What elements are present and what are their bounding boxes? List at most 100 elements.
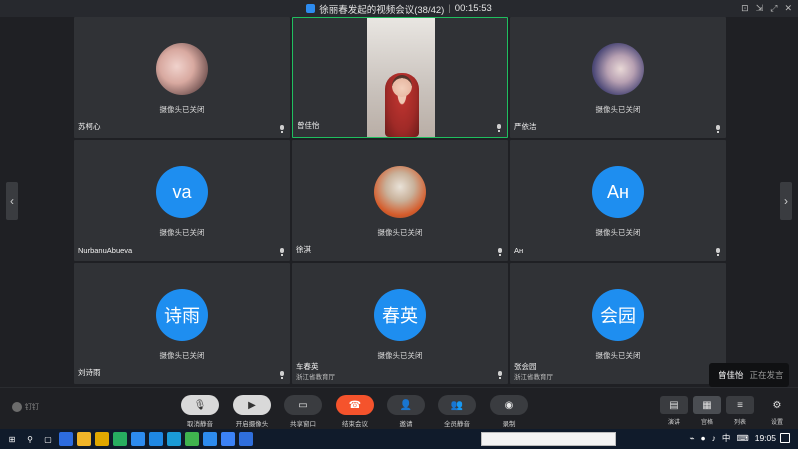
participant-tile[interactable]: 摄像头已关闭 苏柯心 [74, 17, 290, 138]
invite-icon: 👤 [387, 395, 425, 415]
record-button[interactable]: ◉ 录制 [490, 395, 528, 428]
record-label: 录制 [502, 421, 516, 428]
notification-icon[interactable] [780, 433, 790, 443]
end-meeting-button[interactable]: ☎ 结束会议 [336, 395, 374, 428]
screen-share-icon: ▭ [284, 395, 322, 415]
participant-tile[interactable]: Ан 摄像头已关闭 Ан [510, 140, 726, 261]
participant-tile[interactable]: va 摄像头已关闭 NurbanuAbueva [74, 140, 290, 261]
meeting-title: 徐丽春发起的视频会议(38/42) [319, 4, 445, 16]
minimize-icon[interactable]: ⇲ [756, 3, 764, 14]
pin-icon[interactable]: ⊡ [741, 3, 749, 14]
camera-icon: ▶ [233, 395, 271, 415]
end-meeting-label: 结束会议 [342, 421, 368, 428]
fullscreen-icon[interactable]: ⤢ [770, 3, 777, 14]
taskbar-app-icon[interactable] [221, 432, 235, 446]
avatar-initials: 诗雨 [156, 289, 208, 341]
system-tray: ⌁ ● ♪ 中 ⌨ 19:05 [689, 432, 776, 444]
invite-button[interactable]: 👤 邀请 [387, 395, 425, 428]
video-stage: ‹ › 摄像头已关闭 苏柯心 曾佳怡 摄像头已关闭 严依洁 va 摄像头已关闭 [0, 17, 798, 387]
participant-tile[interactable]: 春英 摄像头已关闭 车春英 浙江省教育厅 [292, 263, 508, 384]
taskbar-app-icon[interactable] [185, 432, 199, 446]
taskbar-app-icon[interactable] [77, 432, 91, 446]
camera-off-label: 摄像头已关闭 [595, 228, 641, 237]
invite-label: 邀请 [399, 421, 413, 428]
app-logo: 钉钉 [12, 402, 39, 412]
grid-view-label: 宫格 [700, 420, 713, 426]
mute-all-icon: 👥 [438, 395, 476, 415]
meeting-timer: 00:15:53 [454, 3, 492, 14]
microphone-tray-icon[interactable]: ● [701, 433, 706, 443]
next-page-button[interactable]: › [780, 182, 792, 220]
volume-icon[interactable]: ♪ [712, 433, 716, 443]
mic-muted-icon: 🎙 [181, 395, 219, 415]
speaking-status: 正在发言 [749, 370, 784, 380]
input-language[interactable]: 中 [722, 432, 731, 444]
participant-name: 曾佳怡 [297, 121, 320, 130]
network-icon[interactable]: ⌁ [689, 433, 694, 444]
avatar [592, 43, 644, 95]
participant-tile[interactable]: 诗雨 摄像头已关闭 刘诗雨 [74, 263, 290, 384]
participant-tile[interactable]: 会园 摄像头已关闭 张会园 浙江省教育厅 [510, 263, 726, 384]
participant-org: 浙江省教育厅 [296, 374, 335, 381]
camera-off-label: 摄像头已关闭 [595, 105, 641, 114]
share-window-button[interactable]: ▭ 共享窗口 [284, 395, 322, 428]
settings-label: 设置 [770, 420, 783, 426]
camera-off-label: 摄像头已关闭 [159, 228, 205, 237]
taskbar-app-icon[interactable] [59, 432, 73, 446]
chevron-left-icon: ‹ [10, 194, 14, 208]
participant-tile[interactable]: 摄像头已关闭 严依洁 [510, 17, 726, 138]
mic-icon [715, 248, 721, 256]
participant-name: 刘诗雨 [78, 368, 101, 377]
grid-view-button[interactable]: ▦ 宫格 [692, 396, 722, 426]
taskbar-app-icon[interactable] [95, 432, 109, 446]
task-view-icon[interactable]: ▢ [41, 432, 55, 446]
window-controls: ⊡ ⇲ ⤢ ✕ [741, 3, 792, 14]
participant-tile[interactable]: 摄像头已关闭 徐淇 [292, 140, 508, 261]
taskbar-app-icon[interactable] [167, 432, 181, 446]
taskbar-app-icon[interactable] [113, 432, 127, 446]
logo-icon [12, 402, 22, 412]
taskbar-app-icon[interactable] [131, 432, 145, 446]
clock[interactable]: 19:05 [755, 433, 776, 443]
start-camera-button[interactable]: ▶ 开启摄像头 [233, 395, 271, 428]
avatar-initials: 会园 [592, 289, 644, 341]
windows-start-icon[interactable]: ⊞ [5, 432, 19, 446]
grid-view-icon: ▦ [693, 396, 721, 414]
list-view-button[interactable]: ≡ 列表 [725, 396, 755, 426]
speaker-view-button[interactable]: ▤ 演讲 [659, 396, 689, 426]
camera-off-label: 摄像头已关闭 [377, 351, 423, 360]
speaker-view-label: 演讲 [667, 420, 680, 426]
mic-icon [496, 124, 502, 132]
os-taskbar: ⊞ ⚲ ▢ ⌁ ● ♪ 中 ⌨ 19:05 [0, 429, 798, 449]
participant-name: 严依洁 [514, 122, 537, 131]
mute-all-button[interactable]: 👥 全员静音 [438, 395, 476, 428]
share-window-label: 共享窗口 [290, 421, 316, 428]
taskbar-search-input[interactable] [481, 432, 616, 446]
camera-off-label: 摄像头已关闭 [377, 228, 423, 237]
mic-icon [279, 248, 285, 256]
settings-button[interactable]: ⚙ 设置 [762, 396, 792, 427]
mic-icon [497, 248, 503, 256]
taskbar-app-icon[interactable] [239, 432, 253, 446]
close-icon[interactable]: ✕ [784, 3, 792, 14]
mute-all-label: 全员静音 [444, 421, 470, 428]
unmute-button[interactable]: 🎙 取消静音 [181, 395, 219, 428]
mic-icon [279, 125, 285, 133]
participant-name: 徐淇 [296, 245, 311, 254]
record-icon: ◉ [490, 395, 528, 415]
video-head [392, 75, 412, 97]
speaker-view-icon: ▤ [660, 396, 688, 414]
avatar-initials: 春英 [374, 289, 426, 341]
taskbar-app-icon[interactable] [203, 432, 217, 446]
mic-icon [497, 371, 503, 379]
participant-name: NurbanuAbueva [78, 246, 133, 255]
search-icon[interactable]: ⚲ [23, 432, 37, 446]
avatar [156, 43, 208, 95]
taskbar-app-icon[interactable] [149, 432, 163, 446]
camera-off-label: 摄像头已关闭 [159, 351, 205, 360]
ime-icon[interactable]: ⌨ [736, 433, 748, 444]
chevron-right-icon: › [784, 194, 788, 208]
gear-icon: ⚙ [772, 399, 782, 411]
prev-page-button[interactable]: ‹ [6, 182, 18, 220]
participant-tile-active[interactable]: 曾佳怡 [292, 17, 508, 138]
